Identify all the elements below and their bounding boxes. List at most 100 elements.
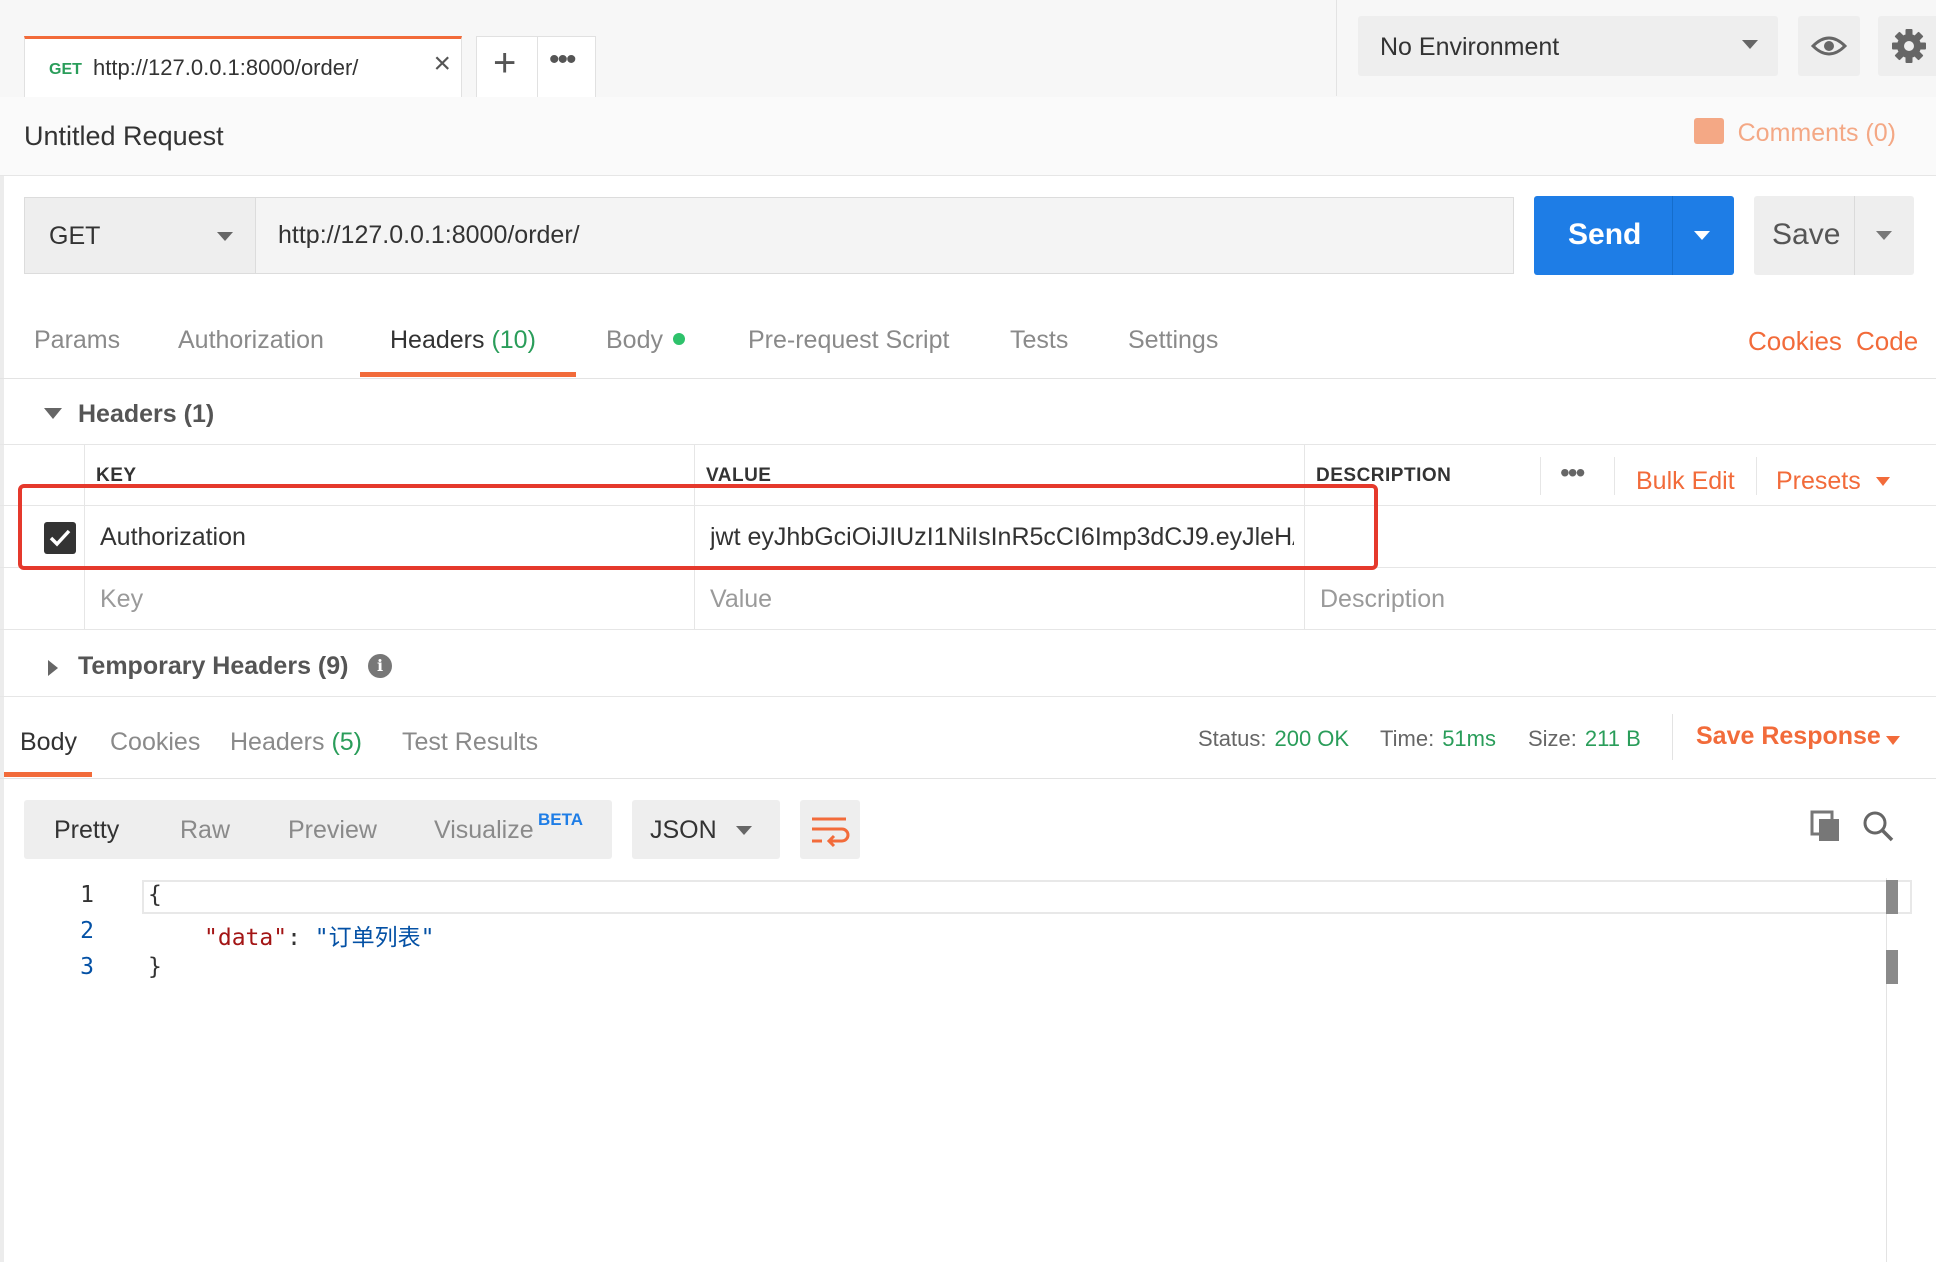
response-headers-count: (5) [331, 728, 363, 756]
wrap-lines-button[interactable] [800, 800, 860, 859]
eye-icon [1810, 36, 1848, 56]
save-button[interactable]: Save [1754, 196, 1914, 275]
code-line: "data": "订单列表" [204, 918, 435, 952]
gear-icon [1892, 29, 1926, 63]
save-response-button[interactable]: Save Response [1696, 722, 1881, 751]
status-readout: Status: 200 OK [1198, 726, 1349, 752]
copy-icon[interactable] [1808, 808, 1844, 849]
response-tab-headers[interactable]: Headers (5) [230, 728, 362, 757]
plus-icon[interactable]: + [493, 43, 516, 83]
tab-url: http://127.0.0.1:8000/order/ [93, 55, 359, 80]
view-visualize[interactable]: Visualize [434, 816, 534, 845]
request-tab[interactable]: GET http://127.0.0.1:8000/order/ × [24, 36, 462, 98]
request-title[interactable]: Untitled Request [24, 121, 224, 152]
format-select[interactable]: JSON [632, 800, 780, 859]
json-key: "data" [204, 925, 288, 951]
tab-headers-label: Headers [390, 326, 485, 354]
tab-body[interactable]: Body [606, 326, 685, 355]
table-row: Key Value Description [0, 568, 1936, 630]
response-body-editor[interactable]: 1 2 3 { "data": "订单列表" } [24, 878, 1914, 1262]
column-divider [1540, 457, 1541, 495]
caret-right-icon [48, 660, 58, 676]
active-line-highlight [142, 880, 1912, 914]
url-input[interactable]: http://127.0.0.1:8000/order/ [256, 197, 1514, 274]
new-key-input[interactable]: Key [100, 585, 143, 614]
comment-icon [1693, 118, 1724, 145]
cookies-link[interactable]: Cookies [1748, 326, 1842, 357]
comments-button[interactable]: Comments (0) [1693, 118, 1896, 148]
environment-label: No Environment [1380, 33, 1560, 61]
headers-section-toggle[interactable]: Headers (1) [0, 386, 1936, 442]
size-value: 211 B [1584, 726, 1641, 751]
send-button[interactable]: Send [1534, 196, 1734, 275]
column-divider [1614, 457, 1615, 495]
method-select[interactable]: GET [24, 197, 256, 274]
tab-params[interactable]: Params [34, 326, 120, 355]
environment-select[interactable]: No Environment [1358, 16, 1778, 76]
temporary-headers-title: Temporary Headers (9) [78, 652, 349, 680]
response-divider [1672, 714, 1673, 760]
response-tab-test-results[interactable]: Test Results [402, 728, 538, 757]
send-split [1672, 196, 1673, 275]
tab-tests[interactable]: Tests [1010, 326, 1068, 355]
view-pretty[interactable]: Pretty [54, 816, 119, 845]
column-divider [1756, 457, 1757, 495]
time-readout: Time: 51ms [1380, 726, 1496, 752]
response-tab-body[interactable]: Body [20, 728, 77, 757]
request-title-bar: Untitled Request Comments (0) [0, 97, 1936, 176]
tab-authorization[interactable]: Authorization [178, 326, 324, 355]
scrollbar-marker [1886, 950, 1898, 984]
response-tab-cookies[interactable]: Cookies [110, 728, 200, 757]
caret-down-icon [736, 826, 752, 835]
temporary-headers-toggle[interactable]: Temporary Headers (9) i [0, 640, 1936, 697]
more-icon[interactable]: ••• [549, 45, 576, 75]
settings-button[interactable] [1878, 16, 1936, 76]
request-tabs: Params Authorization Headers (10) Body P… [0, 300, 1936, 379]
bulk-edit-button[interactable]: Bulk Edit [1636, 467, 1735, 496]
line-number: 3 [80, 954, 94, 980]
caret-down-icon[interactable] [1886, 736, 1900, 745]
env-divider [1336, 0, 1337, 96]
close-icon[interactable]: × [433, 49, 451, 79]
active-tab-underline [4, 772, 92, 777]
json-value: "订单列表" [314, 925, 435, 951]
tab-body-label: Body [606, 326, 663, 354]
caret-down-icon[interactable] [1876, 231, 1892, 240]
line-number: 2 [80, 918, 94, 944]
column-divider [1304, 568, 1305, 630]
tab-actions-divider [537, 37, 538, 99]
scrollbar-thumb[interactable] [1886, 880, 1898, 914]
tab-headers[interactable]: Headers (10) [390, 326, 536, 355]
environment-quick-look-button[interactable] [1798, 16, 1860, 76]
view-raw[interactable]: Raw [180, 816, 230, 845]
view-preview[interactable]: Preview [288, 816, 377, 845]
code-link[interactable]: Code [1856, 326, 1918, 357]
send-label: Send [1568, 218, 1642, 251]
caret-down-icon[interactable] [1876, 477, 1890, 486]
json-colon: : [287, 925, 315, 951]
save-label: Save [1772, 218, 1841, 251]
new-value-input[interactable]: Value [710, 585, 772, 614]
caret-down-icon [44, 408, 62, 419]
more-icon[interactable]: ••• [1560, 459, 1585, 487]
status-label: Status: [1198, 726, 1267, 751]
line-number: 1 [80, 882, 94, 908]
window-edge [0, 0, 4, 1262]
tab-settings[interactable]: Settings [1128, 326, 1218, 355]
method-label: GET [49, 222, 101, 250]
code-line: { [148, 882, 162, 908]
scrollbar-track [1886, 878, 1887, 1262]
presets-button[interactable]: Presets [1776, 467, 1861, 496]
tab-method: GET [49, 61, 82, 78]
size-label: Size: [1528, 726, 1577, 751]
highlight-annotation [18, 484, 1378, 570]
info-icon[interactable]: i [368, 654, 392, 678]
search-icon[interactable] [1860, 808, 1896, 849]
wrap-icon [812, 817, 850, 848]
new-description-input[interactable]: Description [1320, 585, 1445, 614]
caret-down-icon[interactable] [1694, 231, 1710, 240]
active-tab-underline [360, 372, 576, 377]
time-value: 51ms [1442, 726, 1496, 751]
caret-down-icon [217, 232, 233, 241]
tab-pre-request-script[interactable]: Pre-request Script [748, 326, 949, 355]
